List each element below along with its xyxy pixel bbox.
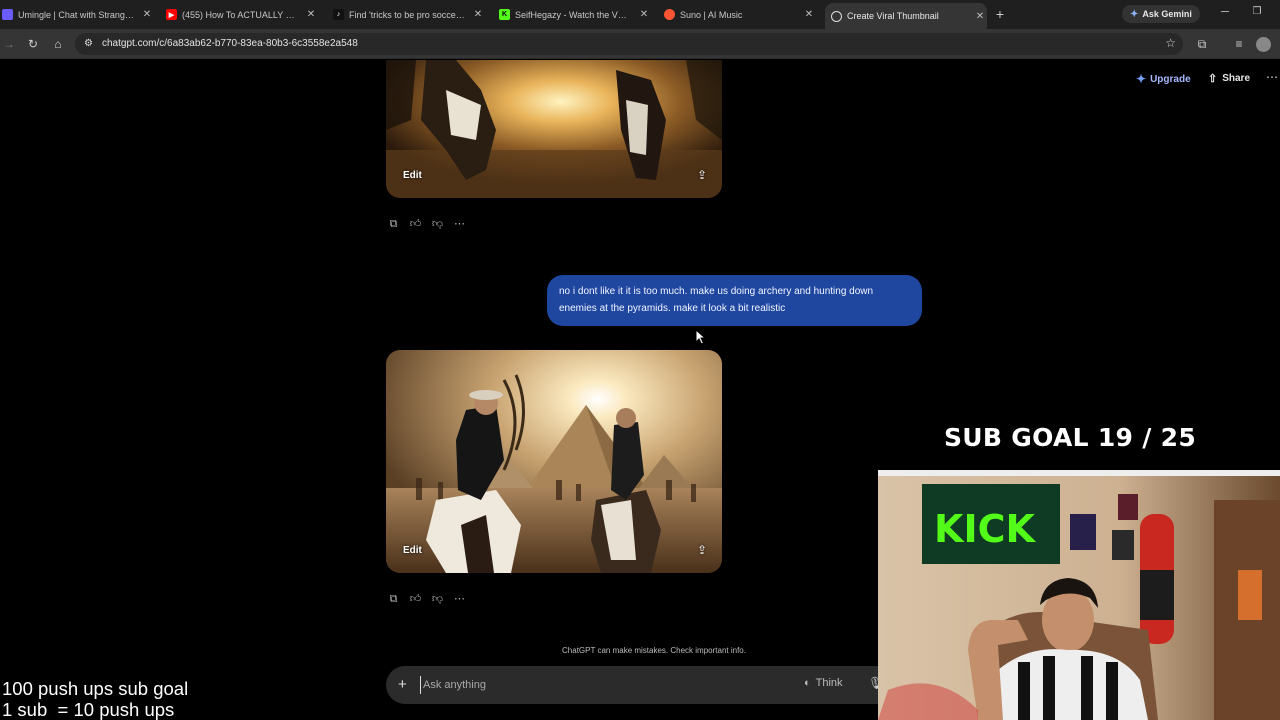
tab-title: Suno | AI Music bbox=[680, 9, 743, 20]
new-tab-button[interactable]: + bbox=[992, 6, 1008, 22]
address-bar[interactable]: ⚙ chatgpt.com/c/6a83ab62-b770-83ea-80b3-… bbox=[75, 33, 1183, 55]
streamer-webcam-image: KICK bbox=[878, 470, 1280, 720]
think-label: Think bbox=[815, 677, 843, 689]
browser-tab-strip: Umingle | Chat with Strangers I ✕ ▶ (455… bbox=[0, 0, 1280, 29]
chatgpt-icon bbox=[831, 10, 842, 22]
thumbs-up-icon[interactable]: 👍︎ bbox=[408, 217, 423, 232]
pushups-goal-text: 100 push ups sub goal 1 sub = 10 push up… bbox=[2, 678, 188, 720]
tab-title: (455) How To ACTUALLY Juggle bbox=[182, 9, 298, 20]
tab-title: Find 'tricks to be pro soccer pla bbox=[349, 9, 465, 20]
media-icon[interactable]: ≡ bbox=[1231, 36, 1247, 52]
share-label: Share bbox=[1222, 73, 1251, 84]
ask-gemini-label: Ask Gemini bbox=[1142, 9, 1192, 19]
webcam-feed: KICK bbox=[878, 470, 1280, 720]
tab-kick[interactable]: K SeifHegazy - Watch the VOD o ✕ bbox=[499, 4, 651, 25]
tiktok-icon: ♪ bbox=[333, 9, 344, 20]
share-image-icon[interactable]: ⇪ bbox=[697, 543, 707, 557]
pushups-line-1: 100 push ups sub goal bbox=[2, 678, 189, 699]
minimize-icon[interactable]: ─ bbox=[1218, 6, 1232, 18]
tab-create-viral-thumbnail[interactable]: Create Viral Thumbnail ✕ bbox=[825, 3, 987, 29]
close-icon[interactable]: ✕ bbox=[802, 9, 816, 20]
generated-image-2[interactable]: Edit ⇪ bbox=[386, 350, 722, 573]
ask-gemini-button[interactable]: ✦ Ask Gemini bbox=[1122, 5, 1200, 23]
generated-image-1[interactable]: Edit ⇪ bbox=[386, 60, 722, 198]
upgrade-label: Upgrade bbox=[1150, 73, 1191, 85]
thumbs-up-icon[interactable]: 👍︎ bbox=[408, 592, 423, 607]
home-icon[interactable]: ⌂ bbox=[50, 36, 66, 52]
more-icon[interactable]: ⋯ bbox=[452, 592, 467, 607]
tab-tiktok[interactable]: ♪ Find 'tricks to be pro soccer pla ✕ bbox=[333, 4, 485, 25]
share-button[interactable]: ⇧ Share bbox=[1208, 72, 1250, 85]
avatar[interactable] bbox=[1256, 37, 1271, 52]
copy-icon[interactable]: ⧉ bbox=[386, 217, 401, 232]
disclaimer-text: ChatGPT can make mistakes. Check importa… bbox=[562, 646, 746, 655]
pushups-line-2: 1 sub = 10 push ups bbox=[2, 699, 175, 720]
reload-icon[interactable]: ↻ bbox=[25, 36, 41, 52]
edit-image-button[interactable]: Edit bbox=[403, 170, 422, 181]
copy-icon[interactable]: ⧉ bbox=[386, 592, 401, 607]
tab-title: Umingle | Chat with Strangers I bbox=[18, 9, 134, 20]
thumbs-down-icon[interactable]: 👎︎ bbox=[430, 592, 445, 607]
message-actions-2: ⧉ 👍︎ 👎︎ ⋯ bbox=[386, 592, 467, 607]
user-message-bubble: no i dont like it it is too much. make u… bbox=[547, 275, 922, 326]
close-icon[interactable]: ✕ bbox=[973, 11, 987, 22]
share-image-icon[interactable]: ⇪ bbox=[697, 168, 707, 182]
youtube-icon: ▶ bbox=[166, 9, 177, 20]
think-button[interactable]: ◐ Think bbox=[804, 677, 843, 689]
upgrade-button[interactable]: ✦ Upgrade bbox=[1136, 72, 1191, 86]
tab-title: Create Viral Thumbnail bbox=[847, 11, 939, 21]
umingle-icon bbox=[2, 9, 13, 20]
lightbulb-icon: ◐ bbox=[804, 677, 811, 689]
tab-umingle[interactable]: Umingle | Chat with Strangers I ✕ bbox=[2, 4, 154, 25]
sparkle-icon: ✦ bbox=[1136, 72, 1147, 86]
browser-toolbar: → ↻ ⌂ ⚙ chatgpt.com/c/6a83ab62-b770-83ea… bbox=[0, 29, 1280, 59]
edit-image-button[interactable]: Edit bbox=[403, 545, 422, 556]
extensions-icon[interactable]: ⧉ bbox=[1194, 36, 1210, 52]
horse-riders-image bbox=[386, 60, 722, 198]
thumbs-down-icon[interactable]: 👎︎ bbox=[430, 217, 445, 232]
restore-icon[interactable]: ❐ bbox=[1250, 6, 1264, 17]
kick-banner-text: KICK bbox=[934, 507, 1036, 551]
tab-title: SeifHegazy - Watch the VOD o bbox=[515, 9, 631, 20]
archery-pyramids-image bbox=[386, 350, 722, 573]
kick-icon: K bbox=[499, 9, 510, 20]
url-text: chatgpt.com/c/6a83ab62-b770-83ea-80b3-6c… bbox=[102, 38, 358, 49]
tab-youtube[interactable]: ▶ (455) How To ACTUALLY Juggle ✕ bbox=[166, 4, 318, 25]
tab-suno[interactable]: Suno | AI Music ✕ bbox=[664, 4, 816, 25]
chat-input[interactable] bbox=[420, 676, 780, 694]
suno-icon bbox=[664, 9, 675, 20]
share-icon: ⇧ bbox=[1208, 73, 1218, 85]
attach-plus-icon[interactable]: + bbox=[398, 676, 407, 693]
gemini-sparkle-icon: ✦ bbox=[1130, 8, 1139, 20]
site-info-icon[interactable]: ⚙ bbox=[84, 38, 93, 49]
close-icon[interactable]: ✕ bbox=[304, 9, 318, 20]
bookmark-star-icon[interactable]: ☆ bbox=[1165, 36, 1176, 50]
message-actions-1: ⧉ 👍︎ 👎︎ ⋯ bbox=[386, 217, 467, 232]
sub-goal-counter: SUB GOAL 19 / 25 bbox=[944, 423, 1197, 452]
forward-arrow-icon[interactable]: → bbox=[1, 36, 17, 52]
close-icon[interactable]: ✕ bbox=[140, 9, 154, 20]
close-icon[interactable]: ✕ bbox=[471, 9, 485, 20]
more-options-icon[interactable]: ⋯ bbox=[1266, 70, 1278, 84]
message-composer: + ◐ Think 🎙︎ bbox=[386, 666, 890, 704]
close-icon[interactable]: ✕ bbox=[637, 9, 651, 20]
mouse-cursor-icon bbox=[695, 329, 707, 345]
more-icon[interactable]: ⋯ bbox=[452, 217, 467, 232]
